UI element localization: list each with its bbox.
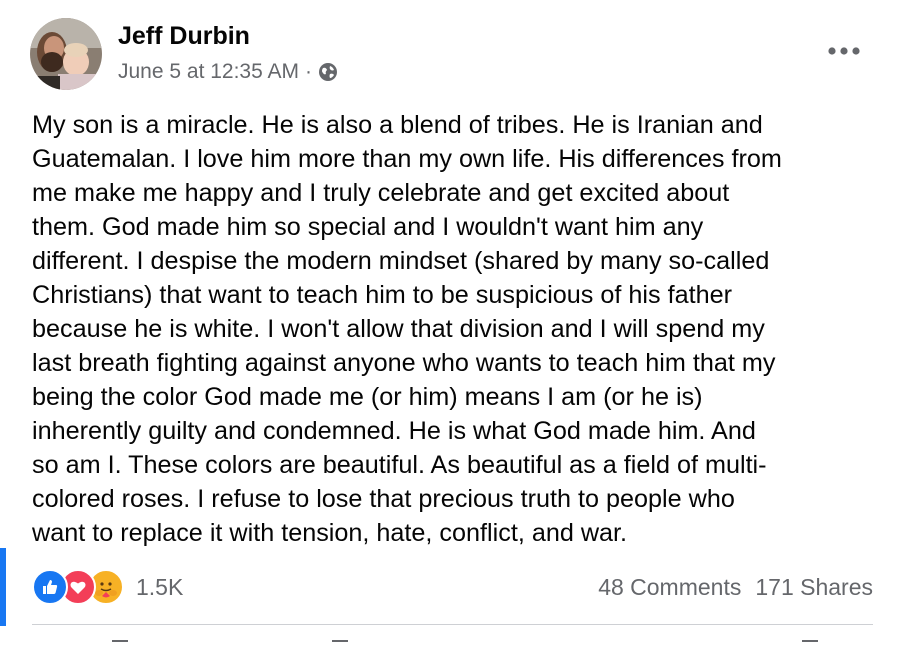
post-header: Jeff Durbin June 5 at 12:35 AM · xyxy=(30,18,876,98)
shares-count-link[interactable]: 171 Shares xyxy=(755,574,873,601)
reactions-count: 1.5K xyxy=(136,573,184,600)
facebook-post: Jeff Durbin June 5 at 12:35 AM · My son … xyxy=(0,0,900,646)
focus-indicator xyxy=(0,548,6,626)
more-options-button[interactable] xyxy=(824,36,864,66)
comments-count-link[interactable]: 48 Comments xyxy=(598,574,741,601)
meta-separator: · xyxy=(304,60,312,83)
avatar-photo xyxy=(30,18,102,90)
like-icon xyxy=(32,569,68,605)
post-meta: June 5 at 12:35 AM · xyxy=(118,60,338,84)
engagement-counts: 48 Comments 171 Shares xyxy=(598,574,873,601)
post-engagement-bar: 1.5K 48 Comments 171 Shares xyxy=(32,566,873,608)
globe-icon[interactable] xyxy=(318,62,338,82)
post-text: My son is a miracle. He is also a blend … xyxy=(32,111,782,547)
actions-divider xyxy=(32,624,873,625)
post-timestamp[interactable]: June 5 at 12:35 AM xyxy=(118,60,299,84)
comment-action-icon[interactable] xyxy=(332,640,348,646)
post-action-bar xyxy=(32,632,873,646)
like-action-icon[interactable] xyxy=(112,640,128,646)
share-action-icon[interactable] xyxy=(802,640,818,646)
reactions-summary[interactable]: 1.5K xyxy=(32,569,183,605)
more-options-icon xyxy=(828,47,860,55)
author-name[interactable]: Jeff Durbin xyxy=(118,22,250,51)
reaction-icons xyxy=(32,569,124,605)
avatar[interactable] xyxy=(30,18,102,90)
